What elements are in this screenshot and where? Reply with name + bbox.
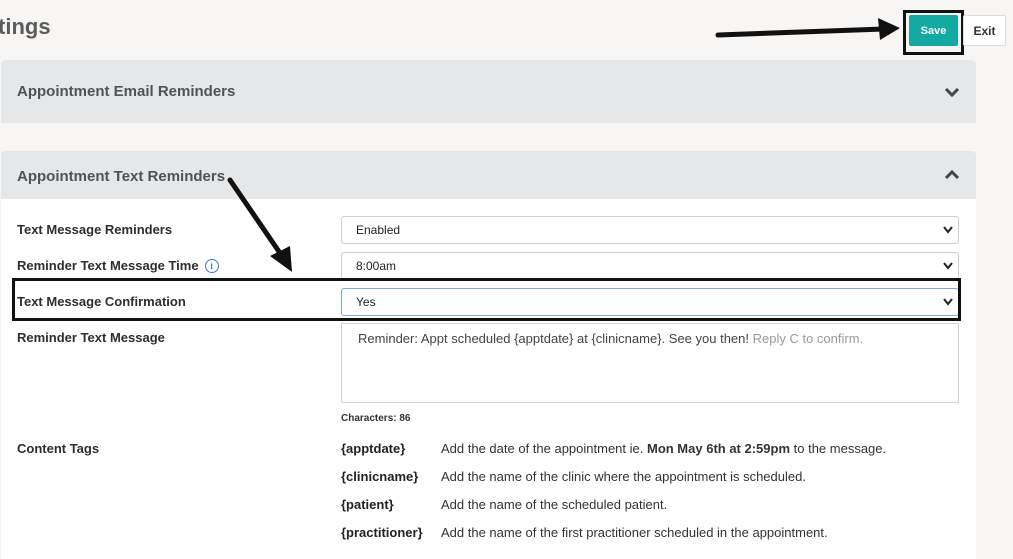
tag-desc-text: Add the date of the appointment ie. bbox=[441, 441, 647, 456]
select-caret-icon bbox=[943, 226, 953, 234]
tag-clinicname-desc: Add the name of the clinic where the app… bbox=[441, 469, 806, 484]
character-count: Characters: 86 bbox=[341, 413, 411, 424]
tag-practitioner: {practitioner} bbox=[341, 525, 423, 540]
tag-patient-desc: Add the name of the scheduled patient. bbox=[441, 497, 668, 512]
tag-apptdate: {apptdate} bbox=[341, 441, 406, 456]
message-suffix: Reply C to confirm. bbox=[752, 331, 864, 346]
tag-desc-text: to the message. bbox=[790, 441, 887, 456]
time-value: 8:00am bbox=[356, 259, 397, 273]
reminders-select[interactable]: Enabled bbox=[341, 216, 959, 244]
save-highlight-frame bbox=[903, 10, 964, 55]
page-title: tings bbox=[0, 14, 51, 39]
time-select[interactable]: 8:00am bbox=[341, 252, 959, 280]
reminders-label: Text Message Reminders bbox=[17, 222, 173, 237]
tag-practitioner-desc: Add the name of the first practitioner s… bbox=[441, 525, 828, 540]
reminders-value: Enabled bbox=[356, 223, 401, 237]
chevron-up-icon[interactable] bbox=[944, 170, 960, 180]
tag-apptdate-desc: Add the date of the appointment ie. Mon … bbox=[441, 441, 886, 456]
select-caret-icon bbox=[943, 262, 953, 270]
tag-clinicname: {clinicname} bbox=[341, 469, 419, 484]
message-label: Reminder Text Message bbox=[17, 330, 165, 345]
chevron-down-icon[interactable] bbox=[944, 87, 960, 97]
text-reminders-title: Appointment Text Reminders bbox=[17, 168, 226, 185]
info-icon[interactable]: i bbox=[204, 259, 219, 273]
email-reminders-panel-header[interactable]: Appointment Email Reminders bbox=[1, 60, 976, 123]
message-textarea[interactable]: Reminder: Appt scheduled {apptdate} at {… bbox=[341, 323, 959, 403]
confirmation-highlight-box bbox=[12, 278, 961, 321]
content-tags-label: Content Tags bbox=[17, 441, 100, 456]
time-label-text: Reminder Text Message Time bbox=[17, 258, 199, 273]
text-reminders-panel-header[interactable]: Appointment Text Reminders bbox=[1, 151, 976, 199]
exit-button[interactable]: Exit bbox=[963, 15, 1006, 46]
tag-desc-bold: Mon May 6th at 2:59pm bbox=[646, 441, 791, 456]
message-text: Reminder: Appt scheduled {apptdate} at {… bbox=[358, 331, 749, 346]
arrow-annotation-confirmation bbox=[227, 177, 292, 272]
email-reminders-title: Appointment Email Reminders bbox=[17, 83, 236, 100]
arrow-annotation-save bbox=[715, 18, 900, 40]
tag-patient: {patient} bbox=[341, 497, 394, 512]
time-label: Reminder Text Message Time i bbox=[17, 258, 219, 273]
